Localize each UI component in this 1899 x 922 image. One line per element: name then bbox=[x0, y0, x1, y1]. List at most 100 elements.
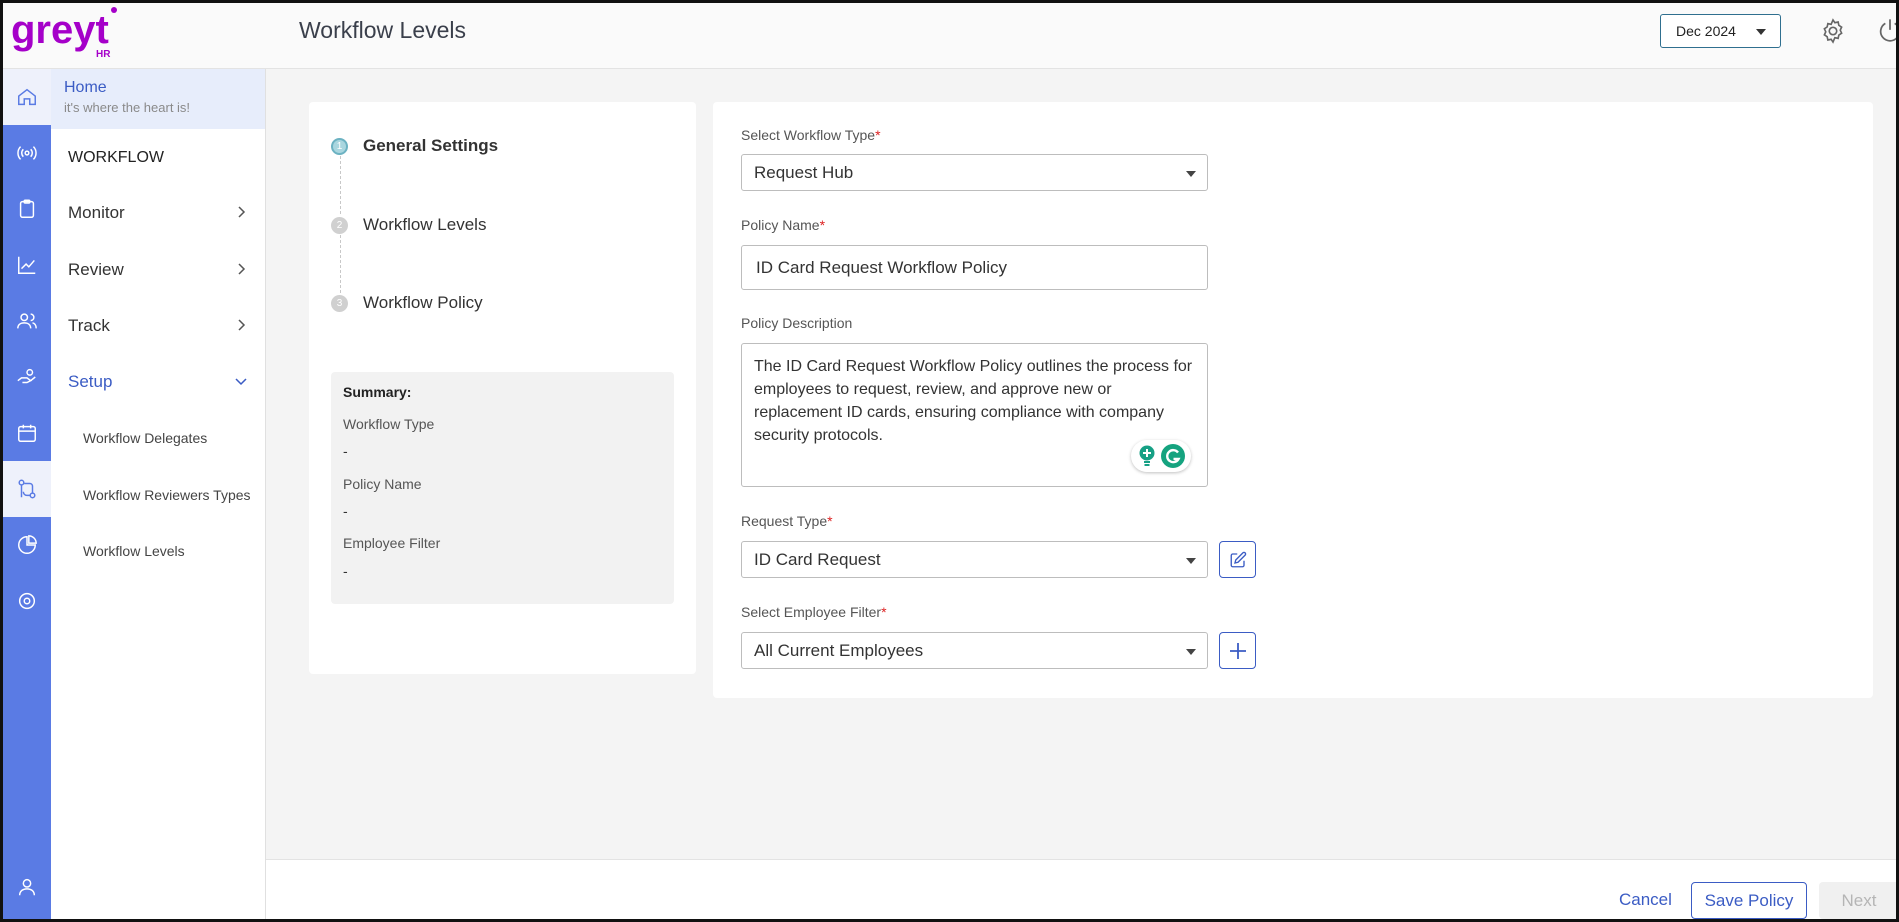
sub-item-workflow-levels[interactable]: Workflow Levels bbox=[83, 543, 185, 559]
summary-policy-name-value: - bbox=[343, 503, 348, 519]
policy-description-label: Policy Description bbox=[741, 315, 853, 331]
hand-money-icon bbox=[17, 368, 36, 384]
svg-text:greyt: greyt bbox=[11, 8, 109, 52]
summary-employee-filter-value: - bbox=[343, 563, 348, 579]
settings-cog-icon bbox=[18, 592, 36, 610]
step-number: 3 bbox=[331, 294, 348, 312]
step-general-settings[interactable]: 1 General Settings bbox=[331, 136, 498, 156]
policy-description-text: The ID Card Request Workflow Policy outl… bbox=[754, 358, 1193, 444]
rail-hand[interactable] bbox=[3, 349, 51, 405]
trend-chart-icon bbox=[18, 256, 36, 274]
rail-home[interactable] bbox=[3, 69, 51, 125]
required-mark: * bbox=[827, 513, 833, 529]
caret-down-icon bbox=[1186, 171, 1196, 177]
step-label: Workflow Policy bbox=[363, 293, 483, 312]
broadcast-icon bbox=[17, 146, 37, 160]
workflow-type-select[interactable]: Request Hub bbox=[741, 154, 1208, 191]
policy-name-input[interactable]: ID Card Request Workflow Policy bbox=[741, 245, 1208, 290]
section-title: WORKFLOW bbox=[68, 149, 164, 166]
form-card: Select Workflow Type* Request Hub Policy… bbox=[713, 102, 1873, 698]
rail-profile[interactable] bbox=[3, 859, 51, 915]
summary-employee-filter-label: Employee Filter bbox=[343, 535, 441, 551]
edit-icon bbox=[1230, 551, 1246, 567]
sub-item-workflow-delegates[interactable]: Workflow Delegates bbox=[83, 430, 207, 446]
plus-icon bbox=[1229, 642, 1246, 659]
nav-item-setup[interactable]: Setup bbox=[68, 372, 248, 392]
rail-calendar[interactable] bbox=[3, 405, 51, 461]
employee-filter-select[interactable]: All Current Employees bbox=[741, 632, 1208, 669]
chevron-right-icon bbox=[238, 206, 246, 218]
footer-bar: Cancel Save Policy Next bbox=[266, 859, 1896, 919]
rail-broadcast[interactable] bbox=[3, 125, 51, 181]
stepper-card: 1 General Settings 2 Workflow Levels 3 W… bbox=[309, 102, 696, 674]
edit-request-type-button[interactable] bbox=[1219, 541, 1256, 578]
lightbulb-plus-icon bbox=[1139, 445, 1154, 466]
gear-icon[interactable] bbox=[1819, 17, 1847, 45]
chevron-right-icon bbox=[238, 263, 246, 275]
step-workflow-policy[interactable]: 3 Workflow Policy bbox=[331, 293, 483, 313]
nav-item-label: Setup bbox=[68, 372, 113, 391]
summary-policy-name-label: Policy Name bbox=[343, 476, 422, 492]
caret-down-icon bbox=[1756, 29, 1766, 35]
month-selector[interactable]: Dec 2024 bbox=[1660, 14, 1781, 48]
home-link[interactable]: Home it's where the heart is! bbox=[51, 69, 265, 129]
rail-reports[interactable] bbox=[3, 517, 51, 573]
chevron-down-icon bbox=[235, 378, 247, 386]
summary-workflow-type-value: - bbox=[343, 443, 348, 459]
svg-text:HR: HR bbox=[96, 49, 111, 60]
chevron-right-icon bbox=[238, 319, 246, 331]
top-bar: greyt HR Workflow Levels Dec 2024 bbox=[3, 3, 1896, 69]
icon-rail bbox=[3, 69, 51, 919]
policy-description-textarea[interactable]: The ID Card Request Workflow Policy outl… bbox=[741, 343, 1208, 487]
request-type-label: Request Type* bbox=[741, 513, 833, 529]
nav-item-review[interactable]: Review bbox=[68, 260, 248, 280]
cancel-button[interactable]: Cancel bbox=[1619, 890, 1672, 910]
workflow-type-value: Request Hub bbox=[754, 163, 854, 182]
month-selector-value: Dec 2024 bbox=[1676, 23, 1736, 39]
home-subtitle: it's where the heart is! bbox=[64, 100, 191, 115]
nav-item-label: Review bbox=[68, 260, 124, 279]
side-nav: Home it's where the heart is! WORKFLOW M… bbox=[51, 69, 266, 919]
required-mark: * bbox=[881, 604, 887, 620]
people-icon bbox=[17, 313, 37, 329]
add-employee-filter-button[interactable] bbox=[1219, 632, 1256, 669]
caret-down-icon bbox=[1186, 649, 1196, 655]
summary-title: Summary: bbox=[343, 384, 412, 400]
step-label: Workflow Levels bbox=[363, 215, 487, 234]
summary-panel: Summary: Workflow Type - Policy Name - E… bbox=[331, 372, 674, 604]
nav-item-monitor[interactable]: Monitor bbox=[68, 203, 248, 223]
save-policy-button[interactable]: Save Policy bbox=[1691, 882, 1807, 919]
rail-clipboard[interactable] bbox=[3, 181, 51, 237]
home-title: Home bbox=[64, 79, 107, 96]
step-number: 1 bbox=[331, 137, 348, 155]
rail-people[interactable] bbox=[3, 293, 51, 349]
calendar-icon bbox=[18, 424, 36, 442]
power-icon[interactable] bbox=[1876, 17, 1896, 45]
rail-settings[interactable] bbox=[3, 573, 51, 629]
pie-chart-icon bbox=[18, 535, 37, 554]
step-connector bbox=[340, 156, 341, 214]
sub-item-workflow-reviewers-types[interactable]: Workflow Reviewers Types bbox=[83, 487, 251, 503]
user-icon bbox=[18, 878, 36, 896]
rail-workflow[interactable] bbox=[3, 461, 51, 517]
app-window: greyt HR Workflow Levels Dec 2024 Home i… bbox=[0, 0, 1899, 922]
step-number: 2 bbox=[331, 216, 348, 234]
grammarly-widget[interactable] bbox=[1131, 440, 1191, 472]
request-type-label-text: Request Type bbox=[741, 513, 828, 529]
nav-item-track[interactable]: Track bbox=[68, 316, 248, 336]
workflow-type-label: Select Workflow Type* bbox=[741, 127, 881, 143]
next-button[interactable]: Next bbox=[1819, 882, 1896, 919]
grammarly-icon bbox=[1160, 444, 1185, 468]
employee-filter-label-text: Select Employee Filter bbox=[741, 604, 882, 620]
step-workflow-levels[interactable]: 2 Workflow Levels bbox=[331, 215, 486, 235]
nav-item-label: Track bbox=[68, 316, 110, 335]
employee-filter-label: Select Employee Filter* bbox=[741, 604, 887, 620]
employee-filter-value: All Current Employees bbox=[754, 641, 924, 660]
home-icon bbox=[18, 88, 36, 106]
clipboard-icon bbox=[19, 199, 35, 218]
rail-analytics[interactable] bbox=[3, 237, 51, 293]
request-type-select[interactable]: ID Card Request bbox=[741, 541, 1208, 578]
required-mark: * bbox=[819, 217, 826, 233]
greythr-logo[interactable]: greyt HR bbox=[11, 5, 121, 61]
workflow-icon bbox=[18, 479, 36, 499]
